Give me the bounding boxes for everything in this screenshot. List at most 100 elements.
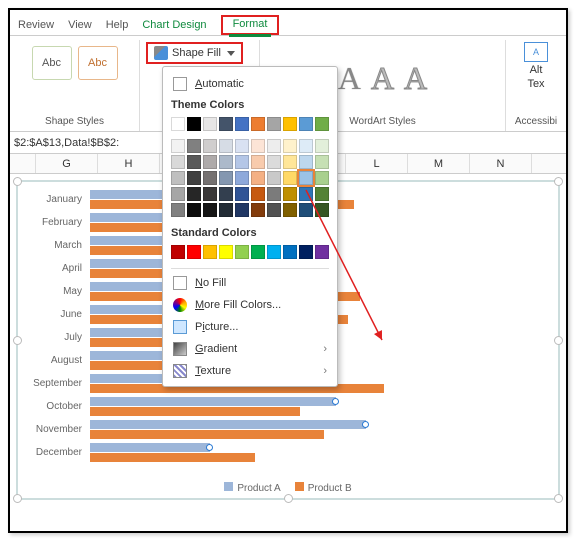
- color-swatch[interactable]: [299, 171, 313, 185]
- bar-row[interactable]: [90, 397, 550, 416]
- color-swatch[interactable]: [299, 139, 313, 153]
- color-swatch[interactable]: [203, 245, 217, 259]
- color-swatch[interactable]: [171, 245, 185, 259]
- color-swatch[interactable]: [283, 187, 297, 201]
- tab-help[interactable]: Help: [106, 19, 129, 31]
- color-swatch[interactable]: [283, 245, 297, 259]
- color-swatch[interactable]: [171, 203, 185, 217]
- color-swatch[interactable]: [219, 117, 233, 131]
- fill-gradient[interactable]: Gradient ›: [171, 338, 329, 360]
- tab-format[interactable]: Format: [221, 15, 280, 35]
- color-swatch[interactable]: [219, 187, 233, 201]
- color-swatch[interactable]: [171, 171, 185, 185]
- color-swatch[interactable]: [283, 139, 297, 153]
- col-header[interactable]: G: [36, 154, 98, 173]
- tab-view[interactable]: View: [68, 19, 92, 31]
- bar-row[interactable]: [90, 443, 550, 462]
- color-swatch[interactable]: [315, 245, 329, 259]
- color-swatch[interactable]: [203, 155, 217, 169]
- color-swatch[interactable]: [299, 245, 313, 259]
- more-fill-colors[interactable]: More Fill Colors...: [171, 294, 329, 316]
- color-swatch[interactable]: [203, 139, 217, 153]
- shape-fill-dropdown: Automatic Theme Colors Standard Colors N…: [162, 66, 338, 387]
- col-header[interactable]: H: [98, 154, 160, 173]
- color-swatch[interactable]: [171, 117, 185, 131]
- color-swatch[interactable]: [235, 155, 249, 169]
- color-swatch[interactable]: [235, 139, 249, 153]
- color-swatch[interactable]: [267, 171, 281, 185]
- color-swatch[interactable]: [267, 117, 281, 131]
- bar-row[interactable]: [90, 420, 550, 439]
- shape-style-preset-2[interactable]: Abc: [78, 46, 118, 80]
- fill-texture[interactable]: Texture ›: [171, 360, 329, 382]
- color-swatch[interactable]: [251, 203, 265, 217]
- color-swatch[interactable]: [171, 155, 185, 169]
- color-swatch[interactable]: [251, 171, 265, 185]
- no-fill[interactable]: No Fill: [171, 272, 329, 294]
- color-swatch[interactable]: [187, 117, 201, 131]
- shape-fill-button[interactable]: Shape Fill: [146, 42, 243, 64]
- color-swatch[interactable]: [171, 139, 185, 153]
- color-swatch[interactable]: [219, 155, 233, 169]
- color-swatch[interactable]: [203, 203, 217, 217]
- color-swatch[interactable]: [315, 155, 329, 169]
- color-swatch[interactable]: [235, 171, 249, 185]
- color-swatch[interactable]: [235, 117, 249, 131]
- col-header[interactable]: M: [408, 154, 470, 173]
- wordart-preset-2[interactable]: A: [371, 60, 394, 97]
- color-swatch[interactable]: [203, 117, 217, 131]
- color-swatch[interactable]: [187, 203, 201, 217]
- color-swatch[interactable]: [283, 171, 297, 185]
- color-swatch[interactable]: [283, 117, 297, 131]
- color-swatch[interactable]: [267, 245, 281, 259]
- color-swatch[interactable]: [251, 117, 265, 131]
- color-swatch[interactable]: [203, 171, 217, 185]
- wordart-preset-1[interactable]: A: [338, 60, 361, 97]
- color-swatch[interactable]: [235, 245, 249, 259]
- tab-review[interactable]: Review: [18, 19, 54, 31]
- col-header[interactable]: [10, 154, 36, 173]
- tab-chart-design[interactable]: Chart Design: [142, 19, 206, 31]
- color-swatch[interactable]: [299, 187, 313, 201]
- color-swatch[interactable]: [315, 171, 329, 185]
- color-swatch[interactable]: [267, 203, 281, 217]
- color-swatch[interactable]: [187, 155, 201, 169]
- color-swatch[interactable]: [187, 187, 201, 201]
- color-swatch[interactable]: [267, 139, 281, 153]
- color-swatch[interactable]: [315, 203, 329, 217]
- color-swatch[interactable]: [299, 155, 313, 169]
- fill-picture[interactable]: Picture...: [171, 316, 329, 338]
- color-swatch[interactable]: [315, 139, 329, 153]
- color-swatch[interactable]: [315, 117, 329, 131]
- chevron-down-icon: [225, 47, 235, 59]
- color-swatch[interactable]: [219, 171, 233, 185]
- color-swatch[interactable]: [171, 187, 185, 201]
- color-swatch[interactable]: [251, 139, 265, 153]
- color-swatch[interactable]: [299, 117, 313, 131]
- color-swatch[interactable]: [299, 203, 313, 217]
- color-swatch[interactable]: [283, 155, 297, 169]
- color-swatch[interactable]: [219, 245, 233, 259]
- color-swatch[interactable]: [235, 187, 249, 201]
- col-header[interactable]: L: [346, 154, 408, 173]
- color-swatch[interactable]: [267, 187, 281, 201]
- wordart-preset-3[interactable]: A: [404, 60, 427, 97]
- color-swatch[interactable]: [219, 139, 233, 153]
- color-swatch[interactable]: [251, 245, 265, 259]
- col-header[interactable]: N: [470, 154, 532, 173]
- color-swatch[interactable]: [187, 245, 201, 259]
- color-swatch[interactable]: [203, 187, 217, 201]
- color-swatch[interactable]: [187, 139, 201, 153]
- color-swatch[interactable]: [251, 155, 265, 169]
- color-swatch[interactable]: [251, 187, 265, 201]
- shape-style-preset-1[interactable]: Abc: [32, 46, 72, 80]
- chart-legend[interactable]: Product A Product B: [18, 482, 558, 494]
- color-swatch[interactable]: [219, 203, 233, 217]
- color-swatch[interactable]: [187, 171, 201, 185]
- fill-automatic[interactable]: Automatic: [171, 73, 329, 95]
- alt-text-icon[interactable]: A: [524, 42, 548, 62]
- color-swatch[interactable]: [235, 203, 249, 217]
- color-swatch[interactable]: [267, 155, 281, 169]
- color-swatch[interactable]: [283, 203, 297, 217]
- color-swatch[interactable]: [315, 187, 329, 201]
